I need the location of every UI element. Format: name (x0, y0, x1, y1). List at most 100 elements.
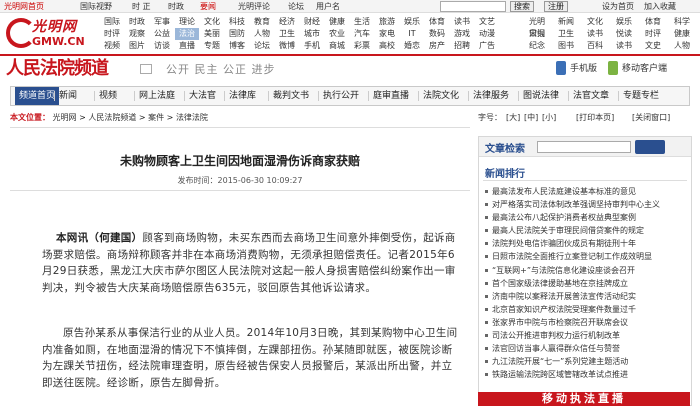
channel-link[interactable]: 观察 (125, 28, 149, 40)
channel-link[interactable]: 理论 (175, 16, 199, 28)
channel-link[interactable]: 悦读 (613, 28, 635, 40)
channel-link[interactable]: 直播 (175, 40, 199, 52)
hot-news-item[interactable]: 最高人民法院关于审理民间借贷案件的规定 (485, 224, 687, 237)
channel-link[interactable]: 婚恋 (400, 40, 424, 52)
channel-link[interactable]: 汽车 (350, 28, 374, 40)
topbar-register-button[interactable]: 注册 (544, 1, 568, 12)
channel-link[interactable]: 娱乐 (400, 16, 424, 28)
channel-link[interactable]: 图书 (555, 40, 577, 52)
nav-item[interactable]: 视频 (99, 87, 117, 105)
channel-link[interactable]: 经济 (275, 16, 299, 28)
breadcrumb-link[interactable]: 光明网 (53, 113, 77, 122)
channel-link[interactable]: 财经 (300, 16, 324, 28)
channel-link[interactable]: 访谈 (150, 40, 174, 52)
channel-link[interactable]: 公益 (150, 28, 174, 40)
topbar-link-news[interactable]: 要闻 (200, 0, 216, 12)
channel-link[interactable]: 读书 (613, 40, 635, 52)
topbar-link-home[interactable]: 光明网首页 (4, 0, 44, 12)
channel-link[interactable]: 法治 (175, 28, 199, 40)
channel-link[interactable]: 生活 (350, 16, 374, 28)
channel-link[interactable]: 新闻 (555, 16, 577, 28)
topbar-link-comment[interactable]: 光明评论 (238, 0, 270, 12)
channel-link[interactable]: 家电 (375, 28, 399, 40)
nav-item[interactable]: 裁判文书 (273, 87, 309, 105)
channel-link[interactable]: 时评 (100, 28, 124, 40)
nav-item[interactable]: 频道首页 (15, 87, 60, 105)
channel-link[interactable]: 教育 (250, 16, 274, 28)
channel-link[interactable]: 旅游 (375, 16, 399, 28)
channel-link[interactable]: 宋词 (526, 28, 548, 40)
channel-link[interactable]: 科学 (671, 16, 693, 28)
hot-news-item[interactable]: 司法公开推进审判权力运行机制改革 (485, 329, 687, 342)
channel-link[interactable]: 文史 (642, 40, 664, 52)
hot-news-item[interactable]: 最高法公布八起保护消费者权益典型案例 (485, 211, 687, 224)
channel-link[interactable]: 体育 (642, 16, 664, 28)
channel-link[interactable]: 文化 (584, 16, 606, 28)
hot-news-item[interactable]: 日照市法院全面推行立案登记制工作成效明显 (485, 250, 687, 263)
channel-link[interactable]: 读书 (450, 16, 474, 28)
nav-item[interactable]: 庭审直播 (373, 87, 409, 105)
channel-link[interactable]: 国防 (225, 28, 249, 40)
channel-link[interactable]: 动漫 (475, 28, 499, 40)
hot-news-item[interactable]: 张家界市中院与市检察院召开联席会议 (485, 316, 687, 329)
channel-link[interactable]: 游戏 (450, 28, 474, 40)
channel-link[interactable]: 图片 (125, 40, 149, 52)
sidebar-search-input[interactable] (537, 141, 631, 153)
channel-link[interactable]: 广告 (475, 40, 499, 52)
channel-link[interactable]: 专题 (200, 40, 224, 52)
print-button[interactable]: [打印本页] (576, 111, 614, 125)
channel-link[interactable]: 娱乐 (613, 16, 635, 28)
topbar-search-input[interactable] (440, 1, 506, 12)
channel-link[interactable]: 美丽 (200, 28, 224, 40)
channel-link[interactable]: 科技 (225, 16, 249, 28)
channel-link[interactable]: 国际 (100, 16, 124, 28)
channel-link[interactable]: 博客 (225, 40, 249, 52)
channel-link[interactable]: 时政 (125, 16, 149, 28)
nav-item[interactable]: 专题专栏 (623, 87, 659, 105)
font-medium-button[interactable]: [中] (524, 111, 538, 125)
channel-link[interactable]: 微博 (275, 40, 299, 52)
hot-news-item[interactable]: 北京首家知识产权法院受理案件数量过千 (485, 303, 687, 316)
nav-item[interactable]: 图说法律 (523, 87, 559, 105)
channel-link[interactable]: 百科 (584, 40, 606, 52)
topbar-search-button[interactable]: 搜索 (510, 1, 534, 12)
channel-link[interactable]: 健康 (671, 28, 693, 40)
channel-link[interactable]: 城市 (300, 28, 324, 40)
channel-link[interactable]: 人物 (671, 40, 693, 52)
hot-news-item[interactable]: 济南中院以案释法开展普法宣传活动纪实 (485, 290, 687, 303)
home-icon[interactable] (140, 64, 152, 74)
sidebar-ad-banner[interactable]: 移动执法直播 (478, 392, 690, 406)
channel-link[interactable]: 时评 (642, 28, 664, 40)
hot-news-item[interactable]: 九江法院开展“七一”系列党建主题活动 (485, 355, 687, 368)
hot-news-item[interactable]: 法院判处电信诈骗团伙成员有期徒刑十年 (485, 237, 687, 250)
channel-link[interactable]: 卫生 (555, 28, 577, 40)
channel-link[interactable]: 人物 (250, 28, 274, 40)
hot-news-item[interactable]: 铁路运输法院跨区域管辖改革试点推进 (485, 368, 687, 381)
site-logo[interactable]: 光明网 GMW.CN (6, 16, 92, 50)
channel-link[interactable]: 手机 (300, 40, 324, 52)
sidebar-search-button[interactable] (635, 140, 665, 154)
channel-link[interactable]: 军事 (150, 16, 174, 28)
nav-item[interactable]: 法律库 (229, 87, 256, 105)
mobile-version-link[interactable]: 手机版 (570, 62, 597, 76)
channel-link[interactable]: IT (400, 28, 424, 40)
breadcrumb-link[interactable]: 法律法院 (176, 113, 208, 122)
nav-item[interactable]: 大法官 (189, 87, 216, 105)
topbar-link-favorite[interactable]: 加入收藏 (644, 0, 676, 12)
breadcrumb-link[interactable]: 案件 (148, 113, 164, 122)
hot-news-item[interactable]: “互联网+”与法院信息化建设座谈会召开 (485, 264, 687, 277)
channel-link[interactable]: 体育 (425, 16, 449, 28)
channel-link[interactable]: 彩票 (350, 40, 374, 52)
mobile-client-link[interactable]: 移动客户端 (622, 62, 667, 76)
nav-item[interactable]: 法官文章 (573, 87, 609, 105)
close-window-button[interactable]: [关闭窗口] (632, 111, 670, 125)
channel-link[interactable]: 文化 (200, 16, 224, 28)
topbar-link-forum[interactable]: 论坛 (288, 0, 304, 12)
topbar-link-world[interactable]: 国际视野 (80, 0, 112, 12)
topbar-link-politics[interactable]: 时政 (168, 0, 184, 12)
channel-link[interactable]: 论坛 (250, 40, 274, 52)
channel-link[interactable]: 高校 (375, 40, 399, 52)
nav-item[interactable]: 法律服务 (473, 87, 509, 105)
channel-link[interactable]: 商城 (325, 40, 349, 52)
channel-link[interactable]: 房产 (425, 40, 449, 52)
